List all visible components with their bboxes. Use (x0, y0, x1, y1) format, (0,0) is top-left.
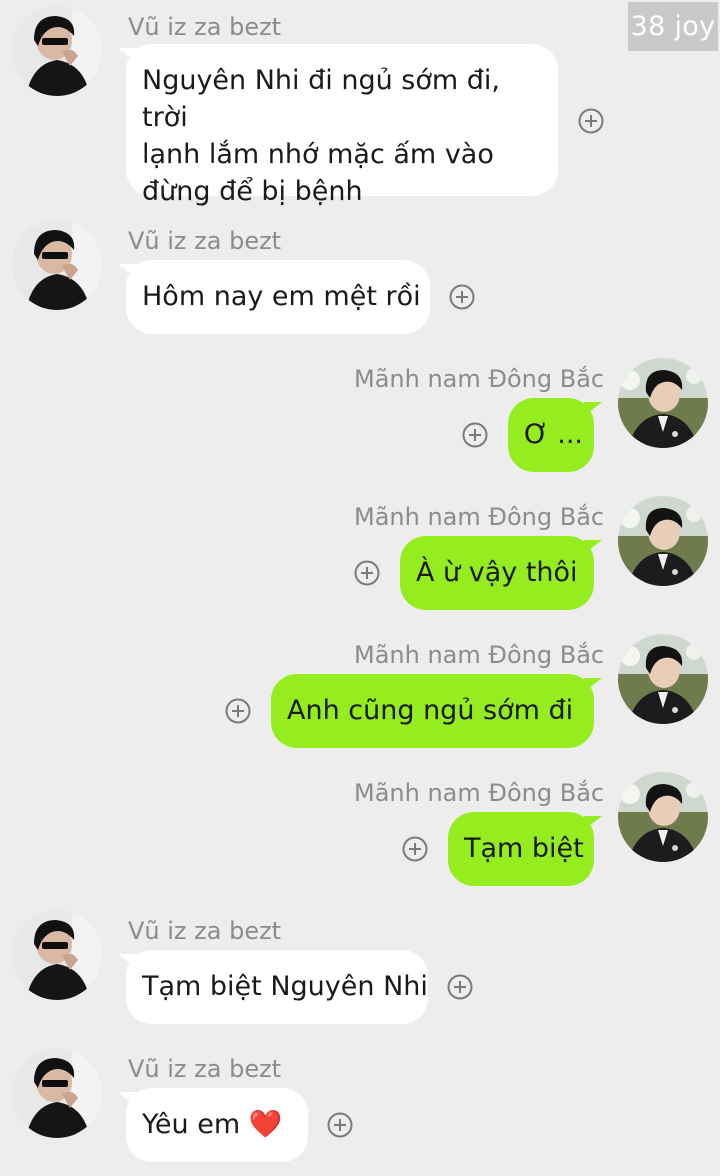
sender-name: Mãnh nam Đông Bắc (354, 779, 605, 807)
sender-name: Mãnh nam Đông Bắc (354, 365, 605, 393)
sender-name: Vũ iz za bezt (128, 1055, 282, 1083)
plus-circle-icon[interactable] (225, 698, 251, 724)
avatar-image (12, 220, 102, 310)
avatar-manh-nam[interactable] (618, 496, 708, 586)
message-bubble[interactable]: Tạm biệt Nguyên Nhi (118, 950, 428, 1024)
plus-circle-icon[interactable] (462, 422, 488, 448)
message-line: lạnh lắm nhớ mặc ấm vào (142, 139, 494, 170)
avatar-manh-nam[interactable] (618, 358, 708, 448)
avatar-image (618, 496, 708, 586)
avatar-manh-nam[interactable] (618, 772, 708, 862)
avatar-vu[interactable] (12, 910, 102, 1000)
plus-circle-icon[interactable] (327, 1112, 353, 1138)
message-bubble[interactable]: Hôm nay em mệt rồi (118, 260, 430, 334)
plus-circle-icon[interactable] (578, 108, 604, 134)
avatar-vu[interactable] (12, 1048, 102, 1138)
avatar-manh-nam[interactable] (618, 634, 708, 724)
message-line: Nguyên Nhi đi ngủ sớm đi, trời (142, 65, 500, 133)
avatar-vu[interactable] (12, 220, 102, 310)
message-bubble[interactable]: Nguyên Nhi đi ngủ sớm đi, trời lạnh lắm … (118, 44, 558, 207)
message-bubble[interactable]: Tạm biệt (448, 812, 602, 886)
message-bubble[interactable]: Ơ ... (508, 398, 602, 472)
avatar-image (12, 6, 102, 96)
plus-circle-icon[interactable] (447, 974, 473, 1000)
avatar-image (12, 910, 102, 1000)
sender-name: Vũ iz za bezt (128, 227, 282, 255)
message-bubble[interactable]: À ừ vậy thôi (400, 536, 602, 610)
message-bubble[interactable]: Anh cũng ngủ sớm đi (271, 674, 602, 748)
avatar-image (618, 772, 708, 862)
plus-circle-icon[interactable] (402, 836, 428, 862)
sender-name: Vũ iz za bezt (128, 917, 282, 945)
watermark: 38 joy (628, 2, 718, 51)
sender-name: Vũ iz za bezt (128, 13, 282, 41)
avatar-image (618, 358, 708, 448)
plus-circle-icon[interactable] (354, 560, 380, 586)
message-line: đừng để bị bệnh (142, 176, 363, 207)
avatar-image (12, 1048, 102, 1138)
sender-name: Mãnh nam Đông Bắc (354, 641, 605, 669)
heart-icon: ❤️ (248, 1109, 283, 1140)
sender-name: Mãnh nam Đông Bắc (354, 503, 605, 531)
message-bubble[interactable]: Yêu em ❤️ (118, 1088, 308, 1162)
avatar-image (618, 634, 708, 724)
avatar-vu[interactable] (12, 6, 102, 96)
plus-circle-icon[interactable] (449, 284, 475, 310)
